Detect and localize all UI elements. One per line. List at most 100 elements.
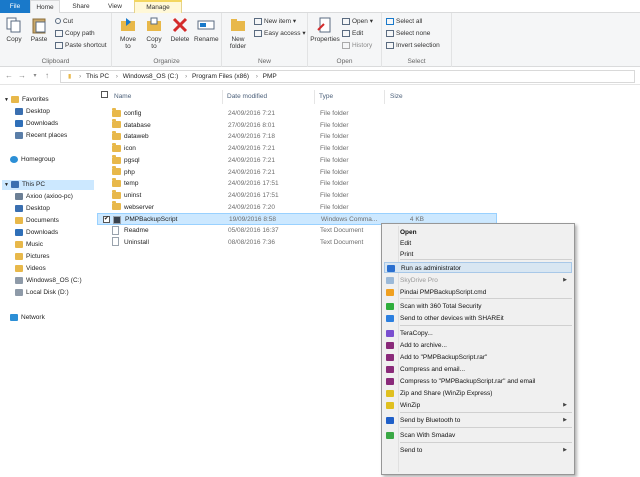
menu-separator	[400, 259, 572, 260]
copy-to-button[interactable]: Copy to	[142, 16, 166, 50]
nav-item-videos[interactable]: Videos	[15, 264, 46, 274]
tab-share[interactable]: Share	[66, 0, 96, 13]
open-button[interactable]: Open ▾	[342, 17, 373, 26]
nav-item-c-drive[interactable]: Windows8_OS (C:)	[15, 276, 82, 286]
context-menu-item[interactable]: Scan with 360 Total Security	[384, 301, 572, 312]
easy-access-button[interactable]: Easy access ▾	[254, 29, 306, 38]
context-menu-item[interactable]: Send by Bluetooth to ▶	[384, 415, 572, 426]
context-menu-item[interactable]: Scan With Smadav	[384, 430, 572, 441]
column-divider[interactable]	[384, 90, 385, 104]
delete-button[interactable]: Delete	[168, 16, 192, 43]
context-menu-item[interactable]: Edit	[384, 238, 572, 249]
nav-homegroup[interactable]: Homegroup	[10, 155, 55, 165]
nav-item-axioo[interactable]: Axioo (axioo-pc)	[15, 192, 73, 202]
file-type: File folder	[320, 156, 349, 164]
context-menu-item[interactable]: Pindai PMPBackupScript.cmd	[384, 287, 572, 298]
folder-icon	[112, 142, 121, 152]
context-menu-item[interactable]: Run as administrator	[384, 262, 572, 273]
new-item-label: New item	[264, 18, 292, 25]
file-date-modified: 24/09/2016 7:18	[228, 133, 275, 141]
context-menu-item[interactable]: Compress and email...	[384, 364, 572, 375]
file-row[interactable]: php 24/09/2016 7:21 File folder	[97, 166, 497, 179]
context-menu-item[interactable]: Add to archive...	[384, 340, 572, 351]
context-menu-item[interactable]: TeraCopy...	[384, 328, 572, 339]
select-none-button[interactable]: Select none	[386, 29, 430, 38]
nav-network[interactable]: Network	[10, 313, 45, 323]
file-type: File folder	[320, 110, 349, 117]
file-row[interactable]: icon 24/09/2016 7:21 File folder	[97, 142, 497, 155]
file-name: database	[124, 121, 151, 129]
column-header-date[interactable]: Date modified	[227, 93, 267, 100]
back-button[interactable]: ←	[4, 70, 14, 82]
column-header-type[interactable]: Type	[319, 93, 333, 100]
file-row[interactable]: temp 24/09/2016 17:51 File folder	[97, 177, 497, 190]
breadcrumb-c-drive[interactable]: Windows8_OS (C:)	[123, 71, 179, 82]
tab-home[interactable]: Home	[30, 0, 60, 14]
tab-file[interactable]: File	[0, 0, 30, 13]
context-menu-item[interactable]: Send to other devices with SHAREit	[384, 313, 572, 324]
forward-button[interactable]: →	[17, 70, 27, 82]
select-group: Select all Select none Invert selection …	[382, 13, 452, 67]
paste-shortcut-button[interactable]: Paste shortcut	[55, 41, 107, 50]
copy-path-button[interactable]: Copy path	[55, 29, 95, 38]
properties-button[interactable]: Properties	[310, 16, 340, 43]
move-to-button[interactable]: Move to	[116, 16, 140, 50]
column-header-size[interactable]: Size	[390, 93, 403, 100]
nav-item-music[interactable]: Music	[15, 240, 43, 250]
new-folder-label-1: New	[231, 36, 245, 43]
column-divider[interactable]	[222, 90, 223, 104]
shareit-icon	[386, 315, 394, 322]
new-item-button[interactable]: New item ▾	[254, 17, 296, 26]
nav-item-pictures[interactable]: Pictures	[15, 252, 49, 262]
nav-item-d-drive[interactable]: Local Disk (D:)	[15, 288, 69, 298]
tab-view[interactable]: View	[100, 0, 130, 13]
context-menu-item[interactable]: SkyDrive Pro ▶	[384, 275, 572, 286]
address-bar[interactable]: ▮ › This PC › Windows8_OS (C:) › Program…	[60, 70, 635, 83]
nav-item-downloads-fav[interactable]: Downloads	[15, 119, 58, 129]
recent-locations-button[interactable]: ▾	[30, 70, 40, 82]
column-header-name[interactable]: Name	[114, 93, 131, 100]
select-none-icon	[386, 29, 394, 37]
paste-button[interactable]: Paste	[28, 16, 50, 43]
nav-item-label: Desktop	[26, 108, 50, 115]
context-menu-item[interactable]: WinZip ▶	[384, 400, 572, 411]
invert-selection-button[interactable]: Invert selection	[386, 41, 440, 50]
nav-item-desktop-fav[interactable]: Desktop	[15, 107, 50, 117]
file-row[interactable]: webserver 24/09/2016 7:20 File folder	[97, 201, 497, 214]
nav-item-documents[interactable]: Documents	[15, 216, 59, 226]
copy-button[interactable]: Copy	[3, 16, 25, 43]
select-all-checkbox[interactable]	[101, 91, 108, 98]
file-row[interactable]: config 24/09/2016 7:21 File folder	[97, 107, 497, 120]
file-row[interactable]: dataweb 24/09/2016 7:18 File folder	[97, 131, 497, 143]
column-divider[interactable]	[314, 90, 315, 104]
nav-favorites[interactable]: ▼ Favorites	[4, 95, 49, 105]
history-button[interactable]: History	[342, 41, 372, 50]
context-menu-item-label: Run as administrator	[401, 265, 461, 272]
nav-item-desktop[interactable]: Desktop	[15, 204, 50, 214]
nav-this-pc[interactable]: ▼ This PC	[2, 180, 94, 190]
context-menu-item[interactable]: Zip and Share (WinZip Express)	[384, 388, 572, 399]
context-menu-item[interactable]: Send to ▶	[384, 445, 572, 456]
nav-homegroup-label: Homegroup	[21, 156, 55, 163]
edit-button[interactable]: Edit	[342, 29, 363, 38]
breadcrumb-this-pc[interactable]: This PC	[86, 71, 109, 82]
breadcrumb-program-files[interactable]: Program Files (x86)	[192, 71, 249, 82]
file-row[interactable]: database 27/09/2016 8:01 File folder	[97, 119, 497, 132]
file-row[interactable]: uninst 24/09/2016 17:51 File folder	[97, 189, 497, 202]
new-folder-button[interactable]: New folder	[225, 16, 251, 50]
file-row[interactable]: pgsql 24/09/2016 7:21 File folder	[97, 154, 497, 167]
cut-button[interactable]: Cut	[55, 17, 73, 26]
select-all-button[interactable]: Select all	[386, 17, 422, 26]
row-checkbox[interactable]: ✔	[103, 216, 110, 224]
context-menu-item[interactable]: Compress to "PMPBackupScript.rar" and em…	[384, 376, 572, 387]
move-to-label-1: Move	[120, 36, 136, 43]
chevron-down-icon: ▾	[292, 18, 297, 25]
breadcrumb-pmp[interactable]: PMP	[263, 71, 277, 82]
nav-item-recent-places[interactable]: Recent places	[15, 131, 67, 141]
copy-icon	[6, 17, 21, 33]
context-menu-item[interactable]: Add to "PMPBackupScript.rar"	[384, 352, 572, 363]
context-menu-item[interactable]: Open	[384, 227, 572, 238]
nav-item-downloads[interactable]: Downloads	[15, 228, 58, 238]
rename-button[interactable]: Rename	[194, 16, 219, 43]
up-button[interactable]: ↑	[42, 70, 52, 82]
